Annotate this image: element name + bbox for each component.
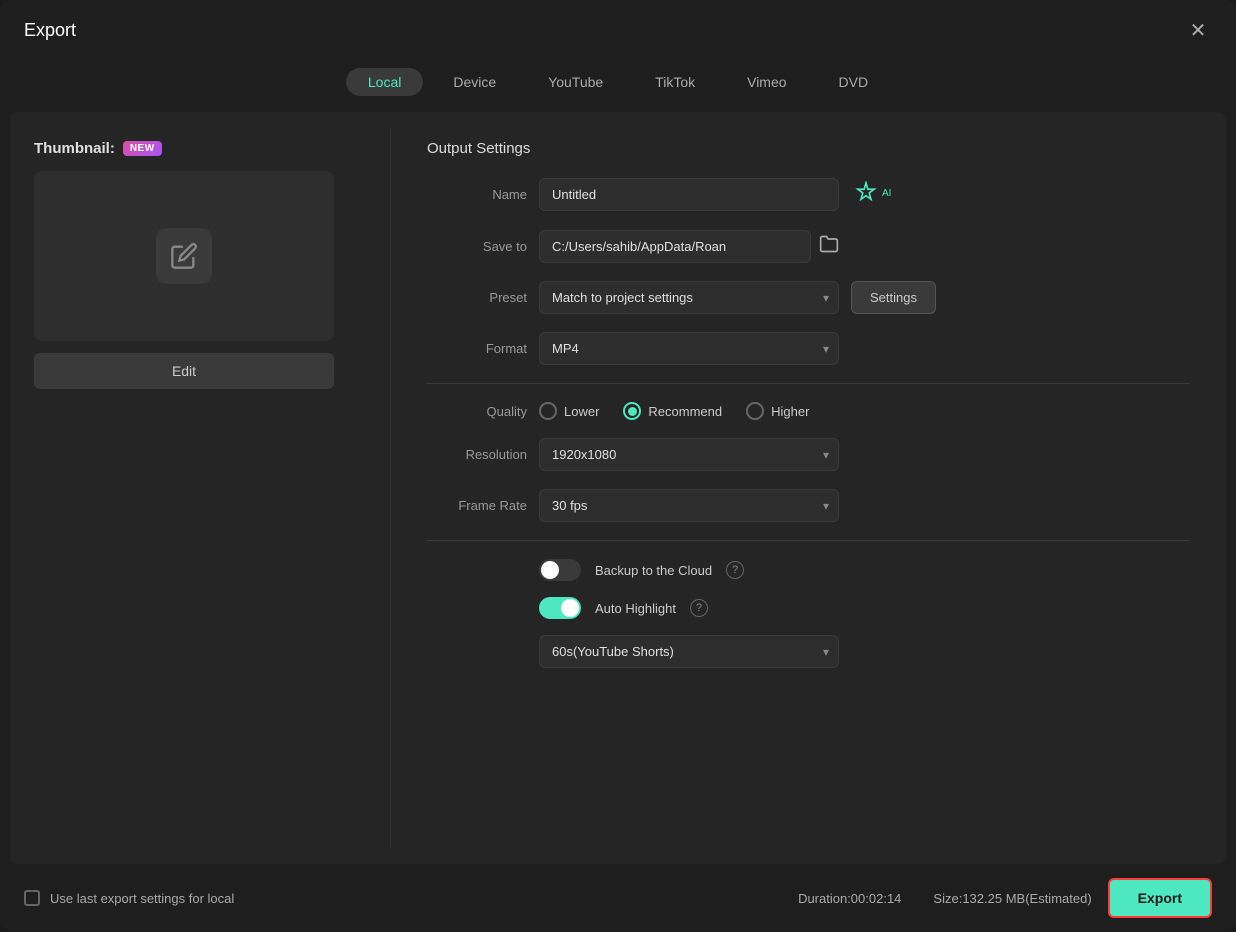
framerate-label: Frame Rate: [427, 498, 527, 513]
tab-local[interactable]: Local: [346, 68, 423, 96]
modal-title: Export: [24, 20, 76, 41]
settings-button[interactable]: Settings: [851, 281, 936, 314]
tab-device[interactable]: Device: [431, 68, 518, 96]
preset-dropdown[interactable]: Match to project settings ▾: [539, 281, 839, 314]
name-row: Name AI: [427, 177, 1190, 212]
highlight-duration-select[interactable]: 60s(YouTube Shorts): [539, 635, 839, 668]
format-dropdown[interactable]: MP4 ▾: [539, 332, 839, 365]
thumbnail-preview: [34, 171, 334, 341]
framerate-row: Frame Rate 30 fps ▾: [427, 489, 1190, 522]
folder-button[interactable]: [819, 234, 839, 259]
framerate-dropdown[interactable]: 30 fps ▾: [539, 489, 839, 522]
save-to-label: Save to: [427, 239, 527, 254]
size-info: Size:132.25 MB(Estimated): [933, 891, 1091, 906]
radio-recommend-circle: [623, 402, 641, 420]
auto-highlight-help-icon[interactable]: ?: [690, 599, 708, 617]
radio-higher-circle: [746, 402, 764, 420]
quality-higher[interactable]: Higher: [746, 402, 809, 420]
name-label: Name: [427, 187, 527, 202]
preset-label: Preset: [427, 290, 527, 305]
tab-tiktok[interactable]: TikTok: [633, 68, 717, 96]
resolution-dropdown[interactable]: 1920x1080 ▾: [539, 438, 839, 471]
tab-dvd[interactable]: DVD: [817, 68, 891, 96]
format-select-wrapper: MP4 ▾: [539, 332, 839, 365]
preset-row: Preset Match to project settings ▾ Setti…: [427, 281, 1190, 314]
thumbnail-header: Thumbnail: NEW: [34, 140, 366, 157]
bottom-bar: Use last export settings for local Durat…: [0, 864, 1236, 932]
auto-highlight-label: Auto Highlight: [595, 601, 676, 616]
separator-1: [427, 383, 1190, 384]
resolution-select[interactable]: 1920x1080: [539, 438, 839, 471]
backup-help-icon[interactable]: ?: [726, 561, 744, 579]
last-settings-label: Use last export settings for local: [50, 891, 234, 906]
thumbnail-label-text: Thumbnail:: [34, 140, 115, 157]
format-select[interactable]: MP4: [539, 332, 839, 365]
highlight-duration-dropdown[interactable]: 60s(YouTube Shorts) ▾: [539, 635, 839, 668]
last-settings-checkbox[interactable]: [24, 890, 40, 906]
backup-row: Backup to the Cloud ?: [539, 559, 1190, 581]
framerate-select[interactable]: 30 fps: [539, 489, 839, 522]
quality-options: Lower Recommend Higher: [539, 402, 809, 420]
tabs-row: Local Device YouTube TikTok Vimeo DVD: [0, 60, 1236, 112]
preset-select-wrapper: Match to project settings ▾: [539, 281, 839, 314]
resolution-label: Resolution: [427, 447, 527, 462]
backup-toggle[interactable]: [539, 559, 581, 581]
quality-higher-label: Higher: [771, 404, 809, 419]
highlight-duration-wrapper: 60s(YouTube Shorts) ▾: [539, 635, 1190, 668]
modal-header: Export ✕: [0, 0, 1236, 60]
auto-highlight-toggle[interactable]: [539, 597, 581, 619]
quality-recommend[interactable]: Recommend: [623, 402, 722, 420]
resolution-select-wrapper: 1920x1080 ▾: [539, 438, 839, 471]
resolution-row: Resolution 1920x1080 ▾: [427, 438, 1190, 471]
auto-highlight-knob: [561, 599, 579, 617]
save-to-input-wrapper: [539, 230, 839, 263]
format-label: Format: [427, 341, 527, 356]
preset-select[interactable]: Match to project settings: [539, 281, 839, 314]
thumbnail-icon: [156, 228, 212, 284]
ai-button[interactable]: AI: [851, 177, 895, 212]
meta-info: Duration:00:02:14 Size:132.25 MB(Estimat…: [798, 891, 1092, 906]
modal-body: Thumbnail: NEW Edit Output Settings Name: [10, 112, 1226, 864]
quality-lower[interactable]: Lower: [539, 402, 599, 420]
radio-lower-circle: [539, 402, 557, 420]
auto-highlight-row: Auto Highlight ?: [539, 597, 1190, 619]
name-input[interactable]: [539, 178, 839, 211]
close-button[interactable]: ✕: [1184, 16, 1212, 44]
quality-lower-label: Lower: [564, 404, 599, 419]
section-title: Output Settings: [427, 140, 1190, 157]
edit-button[interactable]: Edit: [34, 353, 334, 389]
right-panel: Output Settings Name AI Save to: [391, 112, 1226, 864]
quality-recommend-label: Recommend: [648, 404, 722, 419]
new-badge: NEW: [123, 141, 162, 156]
backup-toggle-knob: [541, 561, 559, 579]
save-to-row: Save to: [427, 230, 1190, 263]
separator-2: [427, 540, 1190, 541]
left-panel: Thumbnail: NEW Edit: [10, 112, 390, 864]
last-settings-row: Use last export settings for local: [24, 890, 234, 906]
tab-youtube[interactable]: YouTube: [526, 68, 625, 96]
tab-vimeo[interactable]: Vimeo: [725, 68, 808, 96]
quality-label: Quality: [427, 404, 527, 419]
format-row: Format MP4 ▾: [427, 332, 1190, 365]
duration-info: Duration:00:02:14: [798, 891, 901, 906]
backup-label: Backup to the Cloud: [595, 563, 712, 578]
export-button[interactable]: Export: [1108, 878, 1212, 918]
framerate-select-wrapper: 30 fps ▾: [539, 489, 839, 522]
save-to-input[interactable]: [539, 230, 811, 263]
export-modal: Export ✕ Local Device YouTube TikTok Vim…: [0, 0, 1236, 932]
quality-row: Quality Lower Recommend Higher: [427, 402, 1190, 420]
radio-recommend-inner: [628, 407, 637, 416]
name-input-wrapper: [539, 178, 839, 211]
